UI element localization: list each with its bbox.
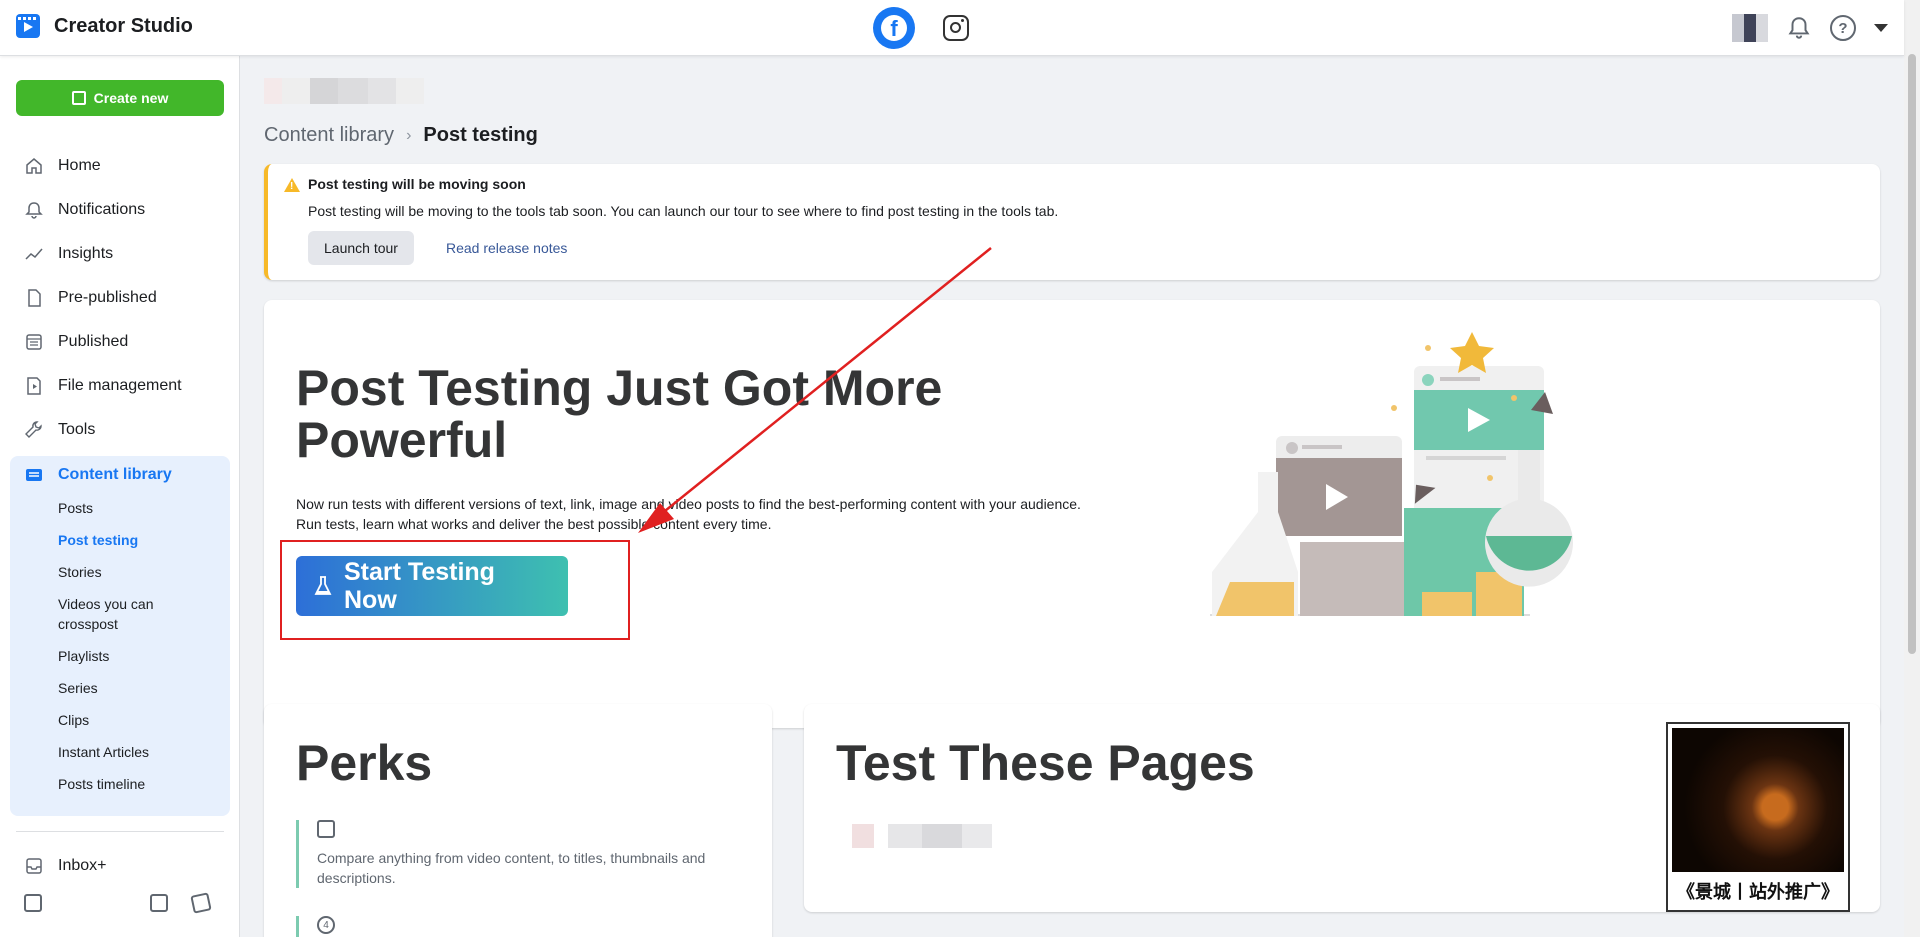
instagram-icon[interactable]	[943, 15, 969, 41]
edit-icon	[317, 820, 335, 838]
hero-description-line1: Now run tests with different versions of…	[296, 496, 1081, 512]
page-list-item-blurred[interactable]	[852, 824, 992, 848]
home-icon	[26, 158, 42, 174]
sidebar-item-label: Pre-published	[58, 289, 157, 306]
perk-item: 4	[296, 916, 736, 937]
alert-title: Post testing will be moving soon	[308, 176, 526, 192]
hero-title: Post Testing Just Got More Powerful	[296, 360, 943, 468]
top-bar: Creator Studio f ?	[0, 0, 1904, 56]
insights-icon	[25, 248, 43, 260]
content-library-sublist: Posts Post testing Stories Videos you ca…	[10, 494, 230, 794]
facebook-icon[interactable]: f	[873, 7, 915, 49]
hero-description: Now run tests with different versions of…	[296, 494, 1126, 534]
help-glyph: ?	[1838, 19, 1848, 37]
collapse-sidebar-icon[interactable]	[24, 894, 42, 912]
avatar[interactable]	[1732, 14, 1768, 42]
sidebar-subitem-post-testing[interactable]: Post testing	[10, 530, 230, 550]
chevron-right-icon: ›	[406, 126, 412, 144]
sidebar-item-label: Published	[58, 333, 129, 350]
sidebar-item-label: Home	[58, 157, 101, 174]
sidebar-subitem-stories[interactable]: Stories	[10, 562, 230, 582]
perks-card: Perks Compare anything from video conten…	[264, 704, 772, 937]
sidebar-item-inbox[interactable]: Inbox+	[12, 844, 230, 888]
platform-switcher: f	[873, 7, 969, 49]
sidebar-item-pre-published[interactable]: Pre-published	[12, 276, 230, 320]
top-right-controls: ?	[1732, 14, 1888, 42]
sidebar-subitem-posts-timeline[interactable]: Posts timeline	[10, 774, 230, 794]
sidebar-nav: Home Notifications Insights Pre-publishe…	[12, 144, 230, 452]
breadcrumb-current: Post testing	[423, 124, 538, 146]
main-content: Content library › Post testing ! Post te…	[240, 56, 1904, 937]
post-testing-illustration	[1210, 332, 1573, 616]
published-icon	[26, 334, 42, 350]
bell-icon[interactable]	[1786, 15, 1812, 41]
sidebar-item-insights[interactable]: Insights	[12, 232, 230, 276]
create-new-label: Create new	[93, 90, 169, 106]
sidebar: Create new Home Notifications Insights P…	[0, 56, 240, 937]
moving-soon-alert: ! Post testing will be moving soon Post …	[264, 164, 1880, 280]
perks-title: Perks	[296, 735, 433, 791]
release-notes-link[interactable]: Read release notes	[446, 240, 567, 256]
sidebar-divider	[16, 831, 224, 832]
page-name-blurred	[264, 78, 424, 104]
inbox-icon	[26, 858, 42, 874]
help-icon[interactable]: ?	[1830, 15, 1856, 41]
note-icon[interactable]	[190, 892, 212, 914]
create-new-button[interactable]: Create new	[16, 80, 224, 116]
hero-card: Post Testing Just Got More Powerful Now …	[264, 300, 1880, 728]
sidebar-subitem-posts[interactable]: Posts	[10, 498, 230, 518]
sidebar-item-label: File management	[58, 377, 182, 394]
breadcrumb: Content library › Post testing	[264, 124, 538, 147]
document-icon	[28, 289, 41, 307]
content-library-icon	[26, 469, 42, 481]
content-library-label: Content library	[58, 466, 172, 483]
sidebar-item-label: Inbox+	[58, 857, 107, 874]
launch-tour-button[interactable]: Launch tour	[308, 231, 414, 265]
promo-overlay: 《景城丨站外推广》	[1666, 722, 1850, 912]
sidebar-item-label: Notifications	[58, 201, 146, 218]
scrollbar[interactable]	[1904, 0, 1920, 937]
sidebar-subitem-playlists[interactable]: Playlists	[10, 646, 230, 666]
sidebar-item-label: Insights	[58, 245, 114, 262]
annotation-highlight-box	[280, 540, 630, 640]
wrench-icon	[25, 421, 42, 438]
app-title: Creator Studio	[54, 14, 193, 37]
file-icon	[27, 377, 41, 395]
content-library-group: Content library Posts Post testing Stori…	[10, 456, 230, 816]
sidebar-item-published[interactable]: Published	[12, 320, 230, 364]
edit-icon	[71, 91, 86, 105]
sidebar-item-file-management[interactable]: File management	[12, 364, 230, 408]
roses-image	[1672, 728, 1844, 872]
perk-text: Compare anything from video content, to …	[317, 850, 706, 886]
creator-studio-logo-icon	[16, 14, 40, 38]
sidebar-subitem-crosspost[interactable]: Videos you can crosspost	[10, 594, 160, 634]
number-badge-icon: 4	[317, 916, 335, 934]
table-icon[interactable]	[150, 894, 168, 912]
bell-icon	[25, 202, 43, 219]
sidebar-item-content-library[interactable]: Content library	[10, 456, 230, 494]
hero-description-line2: Run tests, learn what works and deliver …	[296, 516, 772, 532]
perk-item: Compare anything from video content, to …	[296, 820, 736, 888]
breadcrumb-parent[interactable]: Content library	[264, 124, 394, 147]
brand[interactable]: Creator Studio	[16, 14, 193, 38]
sidebar-subitem-series[interactable]: Series	[10, 678, 230, 698]
promo-text: 《景城丨站外推广》	[1677, 882, 1839, 903]
sidebar-subitem-clips[interactable]: Clips	[10, 710, 230, 730]
sidebar-item-home[interactable]: Home	[12, 144, 230, 188]
chevron-down-icon[interactable]	[1874, 24, 1888, 32]
sidebar-item-notifications[interactable]: Notifications	[12, 188, 230, 232]
number-badge-glyph: 4	[323, 919, 329, 931]
sidebar-bottom-tools	[0, 892, 240, 914]
sidebar-item-label: Tools	[58, 421, 96, 438]
sidebar-item-tools[interactable]: Tools	[12, 408, 230, 452]
alert-text: Post testing will be moving to the tools…	[308, 203, 1059, 219]
warning-icon: !	[284, 178, 300, 192]
test-pages-title: Test These Pages	[836, 735, 1255, 791]
sidebar-subitem-instant-articles[interactable]: Instant Articles	[10, 742, 230, 762]
scrollbar-thumb[interactable]	[1908, 54, 1916, 654]
